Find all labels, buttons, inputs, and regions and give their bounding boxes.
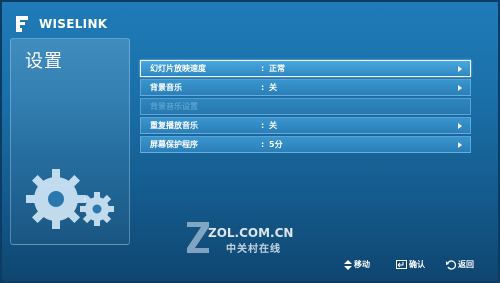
chevron-right-icon[interactable] [458,66,462,72]
return-icon [446,259,456,270]
gears-icon [26,169,114,229]
menu-item-colon: : [261,64,265,73]
menu-item-repeat-music[interactable]: 重复播放音乐 : 关 [140,117,471,134]
page-title: 设置 [25,51,63,72]
brand: WISELINK [16,16,107,32]
chevron-right-icon[interactable] [458,142,462,148]
menu-item-background-music[interactable]: 背景音乐 : 关 [140,79,471,96]
hint-move-label: 移动 [354,260,370,269]
enter-icon [396,260,407,269]
menu-item-label: 屏幕保护程序 [150,140,198,149]
hint-move: 移动 [344,259,370,270]
menu-item-colon: : [261,83,265,92]
menu-item-slideshow-speed[interactable]: 幻灯片放映速度 : 正常 [140,60,471,77]
menu-item-value: 关 [269,83,277,92]
hint-confirm: 确认 [396,259,425,270]
menu-item-colon: : [261,140,265,149]
menu-item-label: 重复播放音乐 [150,121,198,130]
menu-item-label: 幻灯片放映速度 [150,64,206,73]
chevron-right-icon[interactable] [458,85,462,91]
sidebar-panel: 设置 [10,38,130,245]
hint-bar: 移动 确认 返回 [0,253,500,277]
menu-item-colon: : [261,121,265,130]
updown-arrows-icon [344,259,352,270]
brand-name: WISELINK [39,17,108,31]
watermark-text: ZOL.COM.CN [208,226,294,240]
menu-item-label: 背景音乐设置 [150,102,198,111]
hint-back: 返回 [446,259,474,270]
menu-item-label: 背景音乐 [150,83,182,92]
hint-confirm-label: 确认 [409,260,425,269]
chevron-right-icon[interactable] [458,123,462,129]
menu-item-screensaver[interactable]: 屏幕保护程序 : 5分 [140,136,471,153]
hint-back-label: 返回 [458,260,474,269]
menu-item-value: 正常 [269,64,285,73]
menu-item-background-music-settings: 背景音乐设置 [140,98,471,115]
menu-item-value: 关 [269,121,277,130]
wiselink-logo-icon [16,16,36,32]
menu-item-value: 5分 [269,140,283,149]
settings-menu: 幻灯片放映速度 : 正常 背景音乐 : 关 背景音乐设置 重复播放音乐 : 关 … [140,60,471,155]
